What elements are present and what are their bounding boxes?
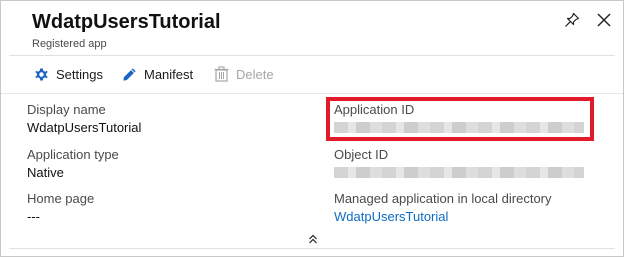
page-title: WdatpUsersTutorial bbox=[32, 11, 221, 33]
trash-icon bbox=[212, 65, 230, 83]
application-id-highlight-box bbox=[326, 97, 594, 141]
manifest-button[interactable]: Manifest bbox=[120, 63, 193, 85]
display-name-label: Display name bbox=[27, 102, 106, 117]
pin-button[interactable] bbox=[562, 12, 582, 32]
collapse-essentials-button[interactable] bbox=[305, 233, 321, 247]
delete-button[interactable]: Delete bbox=[212, 63, 274, 85]
application-type-label: Application type bbox=[27, 147, 119, 162]
header-divider bbox=[9, 55, 615, 56]
delete-label: Delete bbox=[236, 66, 274, 82]
managed-application-label: Managed application in local directory bbox=[334, 191, 552, 206]
chevron-double-up-icon bbox=[308, 231, 318, 249]
pin-icon bbox=[564, 12, 580, 33]
command-bar: Settings Manifest Delete bbox=[1, 57, 623, 91]
application-type-value: Native bbox=[27, 165, 64, 180]
settings-label: Settings bbox=[56, 66, 103, 82]
app-blade: WdatpUsersTutorial Registered app Settin… bbox=[0, 0, 624, 257]
settings-button[interactable]: Settings bbox=[32, 63, 103, 85]
blade-header: WdatpUsersTutorial Registered app bbox=[1, 1, 623, 55]
pencil-icon bbox=[120, 65, 138, 83]
home-page-value: --- bbox=[27, 209, 40, 224]
close-icon bbox=[597, 13, 611, 32]
display-name-value: WdatpUsersTutorial bbox=[27, 120, 142, 135]
object-id-redacted-value bbox=[334, 167, 584, 178]
gear-icon bbox=[32, 65, 50, 83]
bottom-divider bbox=[9, 248, 615, 249]
page-subtitle: Registered app bbox=[32, 38, 107, 50]
home-page-label: Home page bbox=[27, 191, 95, 206]
manifest-label: Manifest bbox=[144, 66, 194, 82]
managed-application-link[interactable]: WdatpUsersTutorial bbox=[334, 209, 448, 224]
object-id-label: Object ID bbox=[334, 147, 389, 162]
close-button[interactable] bbox=[594, 12, 614, 32]
